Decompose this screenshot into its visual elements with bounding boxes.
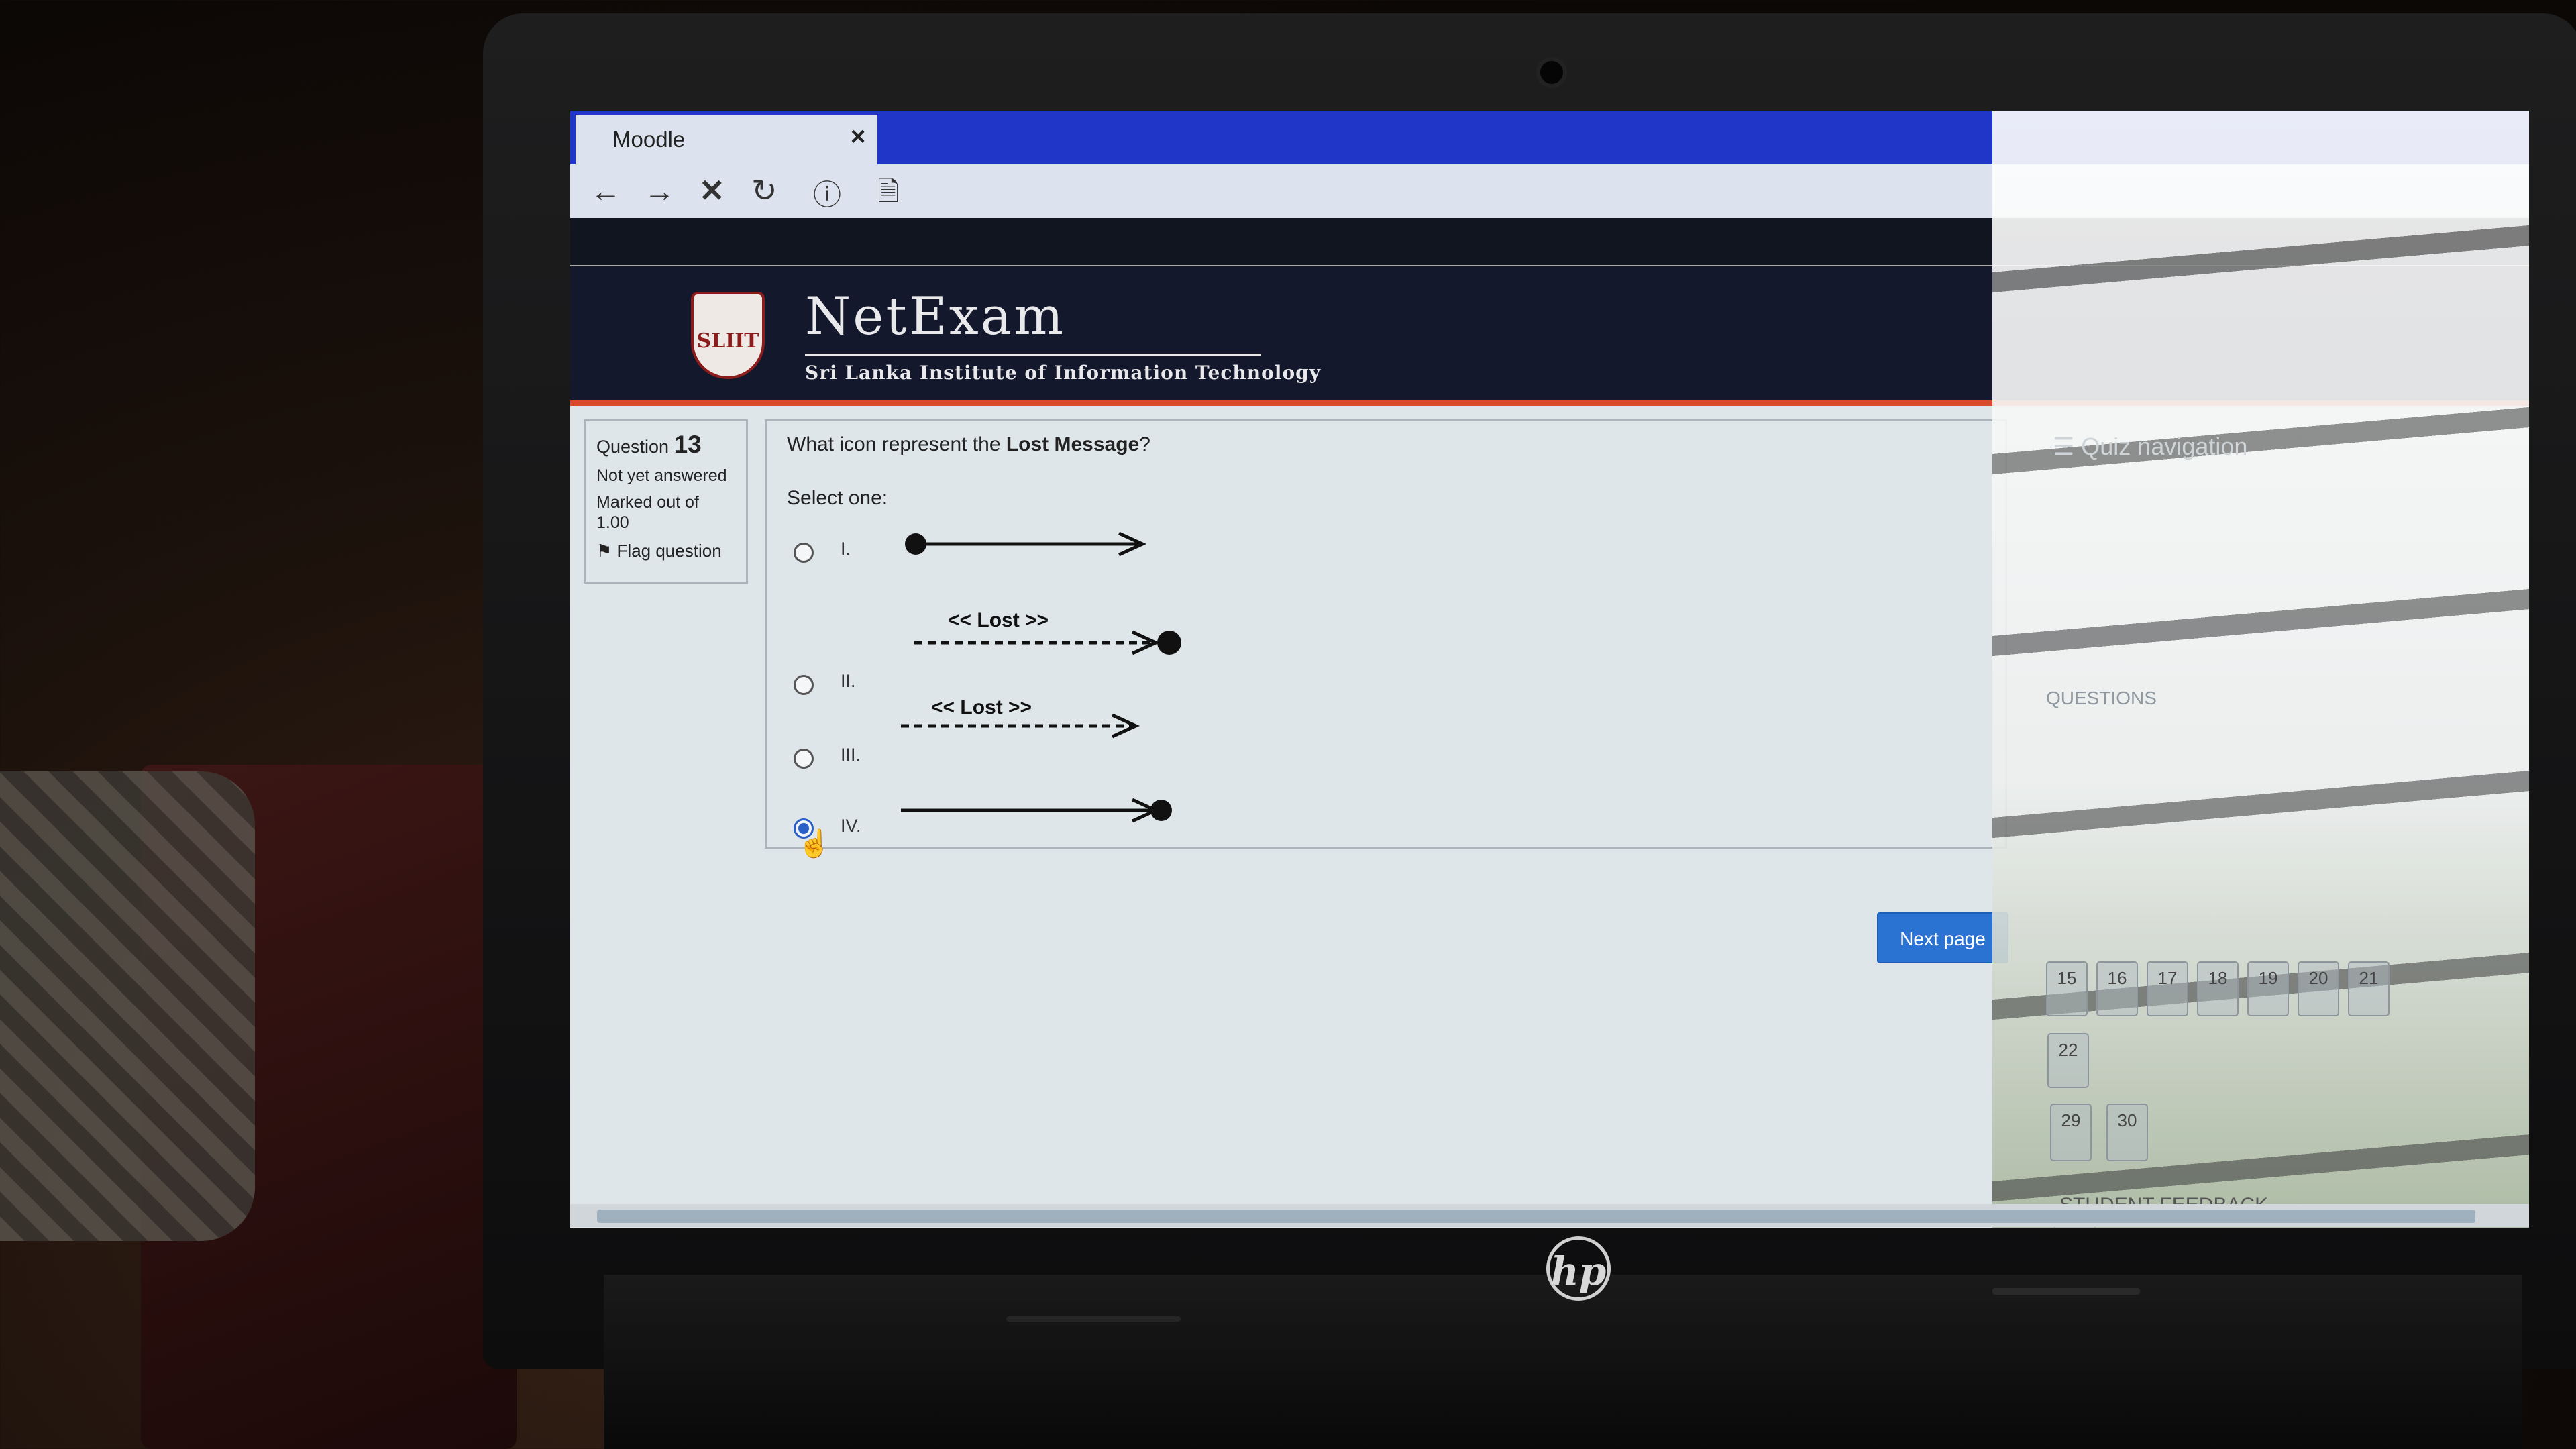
option-4-number: IV. (841, 816, 861, 836)
option-4-diagram (901, 798, 1172, 823)
question-label: Question (596, 437, 669, 457)
laptop-screen: Moodle × ← → ✕ ↻ ⓘ 🗎 SLIIT NetExam Sri L… (570, 111, 2529, 1228)
sliit-logo: SLIIT (691, 292, 765, 379)
flag-icon: ⚑ (596, 541, 612, 561)
hinge (1992, 1288, 2140, 1295)
info-icon[interactable]: ⓘ (813, 172, 841, 213)
question-text-prefix: What icon represent the (787, 433, 1006, 455)
question-text-bold: Lost Message (1006, 433, 1140, 455)
reload-icon[interactable]: ↻ (751, 172, 777, 209)
question-number: Question 13 (596, 431, 735, 459)
question-info: Question 13 Not yet answered Marked out … (584, 419, 748, 584)
site-brand: NetExam (805, 286, 1066, 347)
question-text: What icon represent the Lost Message? (787, 433, 1150, 456)
webcam-icon (1536, 57, 1567, 88)
option-2-diagram (914, 630, 1181, 655)
hp-logo: hp (1546, 1236, 1611, 1301)
option-3-number: III. (841, 745, 861, 765)
quiz-navigation-panel: ☰ Quiz navigation QUESTIONS 15 16 17 18 … (2033, 433, 2502, 1228)
option-2-radio[interactable] (794, 675, 814, 695)
back-arrow-icon[interactable]: ← (590, 172, 621, 209)
question-number-value: 13 (674, 431, 702, 458)
flag-question-label: Flag question (616, 541, 722, 561)
option-1-diagram (905, 531, 1147, 557)
stop-icon[interactable]: ✕ (699, 172, 725, 209)
option-2[interactable]: << Lost >> II. (794, 609, 1464, 695)
nav-question-15[interactable]: 15 (2046, 961, 2088, 1016)
option-2-end-dot (1157, 631, 1181, 655)
option-3-diagram (901, 713, 1140, 739)
browser-tab[interactable]: Moodle × (576, 115, 877, 164)
background-cushion (0, 771, 255, 1241)
option-1-radio[interactable] (794, 543, 814, 563)
nav-question-29[interactable]: 29 (2050, 1104, 2092, 1161)
hinge (1006, 1316, 1181, 1322)
question-status: Not yet answered (596, 466, 727, 485)
close-icon[interactable]: × (851, 123, 865, 152)
nav-question-22[interactable]: 22 (2047, 1033, 2089, 1088)
tab-title: Moodle (612, 127, 686, 152)
brand-divider (805, 354, 1261, 356)
nav-question-16[interactable]: 16 (2096, 961, 2138, 1016)
nav-question-20[interactable]: 20 (2298, 961, 2339, 1016)
option-3-radio[interactable] (794, 749, 814, 769)
quiz-nav-questions-label: QUESTIONS (2046, 688, 2157, 708)
option-1-number: I. (841, 539, 851, 559)
option-3[interactable]: << Lost >> III. (794, 696, 1464, 784)
next-page-button[interactable]: Next page (1877, 912, 2008, 963)
quiz-nav-title: ☰ Quiz navigation (2053, 433, 2248, 460)
site-subtitle: Sri Lanka Institute of Information Techn… (805, 362, 1321, 384)
page-icon[interactable]: 🗎 (877, 172, 899, 218)
option-4-end-dot (1150, 800, 1172, 821)
question-marks: Marked out of 1.00 (596, 493, 699, 532)
scrollbar-thumb[interactable] (597, 1210, 2475, 1223)
nav-question-18[interactable]: 18 (2197, 961, 2239, 1016)
nav-question-17[interactable]: 17 (2147, 961, 2188, 1016)
select-one-label: Select one: (787, 487, 888, 509)
question-text-suffix: ? (1139, 433, 1150, 455)
nav-question-19[interactable]: 19 (2247, 961, 2289, 1016)
hand-cursor-icon: ☝ (798, 829, 831, 859)
flag-question-link[interactable]: ⚑ Flag question (596, 541, 735, 561)
option-4[interactable]: IV. ☝ (794, 784, 1464, 864)
laptop-base (604, 1275, 2522, 1449)
nav-question-30[interactable]: 30 (2106, 1104, 2148, 1161)
nav-question-21[interactable]: 21 (2348, 961, 2390, 1016)
option-1[interactable]: I. (794, 531, 1464, 619)
forward-arrow-icon[interactable]: → (644, 172, 675, 209)
option-2-number: II. (841, 671, 856, 691)
question-card: What icon represent the Lost Message? Se… (765, 419, 2007, 859)
